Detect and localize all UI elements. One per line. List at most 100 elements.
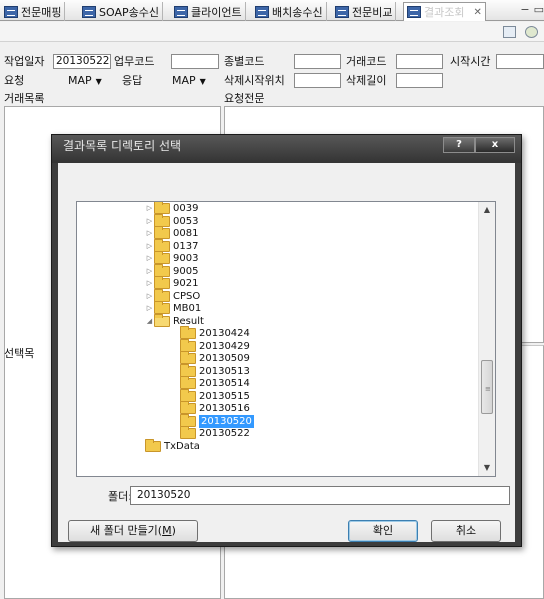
tree-item-label: 20130513	[199, 365, 250, 377]
expand-icon[interactable]: ▷	[145, 252, 154, 265]
expand-icon[interactable]: ▷	[145, 290, 154, 303]
close-icon[interactable]: ✕	[473, 7, 481, 18]
tab-result-query[interactable]: 결과조회 ✕	[403, 2, 486, 21]
document-icon[interactable]	[503, 26, 516, 38]
view-toolbar	[0, 22, 544, 42]
scroll-up-icon[interactable]: ▲	[479, 202, 495, 218]
expand-icon[interactable]: ▷	[145, 277, 154, 290]
tab-soap[interactable]: SOAP송수신	[79, 2, 163, 21]
tree-item[interactable]: 20130520	[180, 413, 254, 428]
minimize-icon[interactable]: −	[520, 3, 529, 16]
expand-icon[interactable]: ▷	[145, 265, 154, 278]
folder-icon	[154, 238, 170, 252]
request-combo-value: MAP	[68, 74, 92, 87]
expand-icon[interactable]: ▷	[145, 215, 154, 228]
folder-icon	[180, 426, 196, 439]
folder-icon	[154, 202, 170, 214]
tree-item[interactable]: ▷ 9021	[145, 276, 198, 290]
response-combo[interactable]: MAP ▼	[172, 74, 206, 89]
folder-icon	[180, 413, 196, 427]
response-combo-value: MAP	[172, 74, 196, 87]
scroll-thumb[interactable]: ≡	[481, 360, 493, 414]
folder-input[interactable]: 20130520	[130, 486, 510, 505]
request-combo[interactable]: MAP ▼	[68, 74, 102, 89]
folder-icon	[145, 438, 161, 452]
tree-item[interactable]: ▷ 9005	[145, 263, 199, 278]
close-button[interactable]: x	[475, 137, 515, 153]
tree-item[interactable]: ▷ MB01	[145, 301, 201, 315]
grip-icon: ≡	[485, 385, 491, 393]
work-code-label: 업무코드	[114, 55, 155, 68]
delete-start-field[interactable]	[294, 73, 341, 88]
folder-icon	[154, 301, 170, 314]
tree-scrollbar[interactable]: ▲ ≡ ▼	[478, 202, 495, 476]
folder-icon	[180, 388, 196, 402]
tree-item[interactable]: 20130429	[180, 338, 250, 353]
tree-item[interactable]: 20130509	[180, 351, 250, 365]
type-code-field[interactable]	[294, 54, 341, 69]
tree-item[interactable]: TxData	[145, 438, 200, 453]
work-date-field[interactable]: 20130522	[53, 54, 111, 69]
tree-item[interactable]: ▷ 0137	[145, 238, 198, 253]
new-folder-label: 새 폴더 만들기(	[90, 524, 163, 537]
tab-compare[interactable]: 전문비교	[332, 2, 397, 21]
tab-batch[interactable]: 배치송수신	[252, 2, 327, 21]
restore-icon[interactable]: ▭	[534, 3, 544, 16]
tab-page-icon	[174, 5, 188, 18]
folder-icon	[154, 251, 170, 264]
tab-message-mapping[interactable]: 전문매핑	[1, 2, 66, 21]
tab-label: 클라이언트	[191, 5, 242, 19]
tree-item[interactable]: ▷ 9003	[145, 251, 199, 265]
tree-item-label: 20130509	[199, 353, 250, 364]
tree-item[interactable]: ▷ 0039	[145, 202, 198, 215]
cancel-button[interactable]: 취소	[431, 520, 501, 542]
new-folder-mnemonic: M	[162, 524, 172, 537]
dialog-title-bar[interactable]: 결과목록 디렉토리 선택 ? x	[52, 135, 521, 163]
expand-icon[interactable]: ▷	[145, 302, 154, 315]
tab-page-icon	[255, 5, 269, 18]
folder-icon	[180, 351, 196, 364]
folder-icon	[154, 313, 170, 327]
folder-icon	[180, 376, 196, 389]
directory-select-dialog: 결과목록 디렉토리 선택 ? x ▷ 0039 ▷ 0053 ▷ 0081 ▷ 0137 ▷ 90…	[51, 134, 522, 547]
delete-start-label: 삭제시작위치	[224, 74, 285, 87]
new-folder-button[interactable]: 새 폴더 만들기(M)	[68, 520, 198, 542]
ok-button[interactable]: 확인	[348, 520, 418, 542]
scroll-down-icon[interactable]: ▼	[479, 460, 495, 476]
folder-icon	[154, 226, 170, 239]
tree-item-label: 20130429	[199, 340, 250, 352]
tree-item[interactable]: 20130515	[180, 388, 250, 403]
tree-item[interactable]: ◢ Result	[145, 313, 204, 328]
folder-label: 폴더:	[108, 490, 132, 503]
tree-item[interactable]: 20130522	[180, 426, 250, 440]
tree-item-label: 0039	[173, 203, 199, 214]
tree-item-label: 9003	[173, 253, 199, 264]
expand-icon[interactable]: ▷	[145, 202, 154, 215]
expand-icon[interactable]: ▷	[145, 227, 154, 240]
delete-length-field[interactable]	[396, 73, 443, 88]
editor-tab-bar: 전문매핑 SOAP송수신 클라이언트 배치송수신 전문비교 결과조회 ✕ − ▭	[0, 0, 544, 21]
tree-item[interactable]: 20130513	[180, 363, 250, 378]
delete-length-label: 삭제길이	[346, 74, 387, 87]
tree-item[interactable]: 20130516	[180, 401, 250, 415]
expand-icon[interactable]: ◢	[145, 315, 154, 328]
expand-icon[interactable]: ▷	[145, 240, 154, 253]
tree-item-label: TxData	[164, 440, 200, 452]
start-time-field[interactable]	[496, 54, 544, 69]
work-code-field[interactable]	[171, 54, 219, 69]
tab-client[interactable]: 클라이언트	[171, 2, 246, 21]
tree-item[interactable]: ▷ 0053	[145, 213, 198, 228]
request-label: 요청	[4, 74, 25, 87]
folder-icon	[180, 326, 196, 339]
trans-code-field[interactable]	[396, 54, 443, 69]
folder-icon	[180, 363, 196, 377]
tree-item-label: 20130522	[199, 428, 250, 439]
tree-item-label: 9005	[173, 265, 199, 277]
settings-icon[interactable]	[525, 26, 538, 38]
folder-tree[interactable]: ▷ 0039 ▷ 0053 ▷ 0081 ▷ 0137 ▷ 9003 ▷ 9005 ▷ 9021 ▷ CPSO…	[76, 201, 496, 477]
tree-item[interactable]: ▷ 0081	[145, 226, 198, 240]
tree-item[interactable]: 20130514	[180, 376, 250, 390]
help-button[interactable]: ?	[443, 137, 475, 153]
tree-item-label: 20130515	[199, 390, 250, 402]
tree-item[interactable]: 20130424	[180, 326, 250, 340]
